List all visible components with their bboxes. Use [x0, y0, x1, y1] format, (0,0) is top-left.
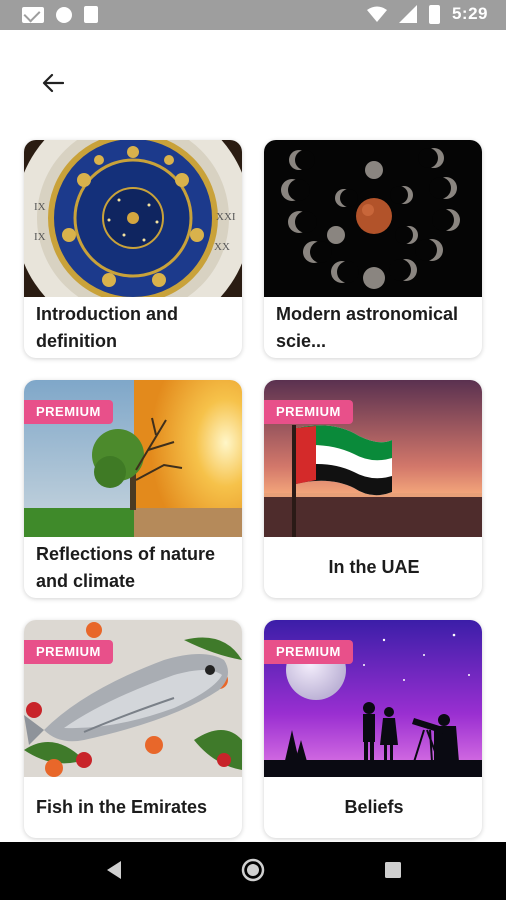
sd-card-icon: [84, 6, 98, 23]
card-title: Beliefs: [344, 797, 404, 817]
stargazing-silhouette-image: PREMIUM: [264, 620, 482, 777]
circle-notification-icon: [56, 6, 72, 23]
wifi-icon: [366, 6, 387, 22]
premium-badge: PREMIUM: [264, 400, 353, 424]
lunar-phases-image: [264, 140, 482, 297]
battery-icon: [428, 4, 440, 24]
zodiac-clock-image: IX XXI IX XX: [24, 140, 242, 297]
svg-text:XXI: XXI: [216, 211, 236, 223]
card-title: Modern astronomical scie...: [276, 303, 459, 351]
topic-card-fish-emirates[interactable]: PREMIUM Fish in the Emirates: [24, 620, 242, 838]
system-nav-bar: [0, 842, 506, 900]
topic-card-beliefs[interactable]: PREMIUM Beliefs: [264, 620, 482, 838]
arrow-left-icon: [42, 73, 64, 93]
recents-square-icon[interactable]: [384, 861, 402, 879]
card-title: Fish in the Emirates: [36, 797, 208, 817]
svg-text:IX: IX: [34, 201, 46, 213]
gmail-icon: [22, 6, 44, 23]
back-button[interactable]: [36, 66, 70, 100]
svg-text:XX: XX: [214, 241, 230, 253]
fish-dish-image: PREMIUM: [24, 620, 242, 777]
topic-card-introduction[interactable]: IX XXI IX XX Introduction and definition: [24, 140, 242, 358]
topic-card-nature-climate[interactable]: PREMIUM Reflections of nature and climat…: [24, 380, 242, 598]
card-title: Introduction and definition: [36, 303, 178, 351]
svg-text:IX: IX: [34, 231, 46, 243]
premium-badge: PREMIUM: [24, 640, 113, 664]
home-circle-icon[interactable]: [241, 858, 265, 882]
topic-card-uae[interactable]: PREMIUM In the UAE: [264, 380, 482, 598]
back-triangle-icon[interactable]: [104, 859, 124, 881]
card-title: Reflections of nature and climate: [36, 543, 216, 591]
card-title: In the UAE: [328, 557, 420, 577]
signal-icon: [398, 5, 417, 23]
premium-badge: PREMIUM: [24, 400, 113, 424]
status-time: 5:29: [451, 4, 488, 23]
seasons-tree-image: PREMIUM: [24, 380, 242, 537]
status-bar: 5:29: [0, 0, 506, 30]
topic-card-modern-astronomy[interactable]: Modern astronomical scie...: [264, 140, 482, 358]
premium-badge: PREMIUM: [264, 640, 353, 664]
uae-flag-sunset-image: PREMIUM: [264, 380, 482, 537]
app-bar: [0, 30, 506, 130]
